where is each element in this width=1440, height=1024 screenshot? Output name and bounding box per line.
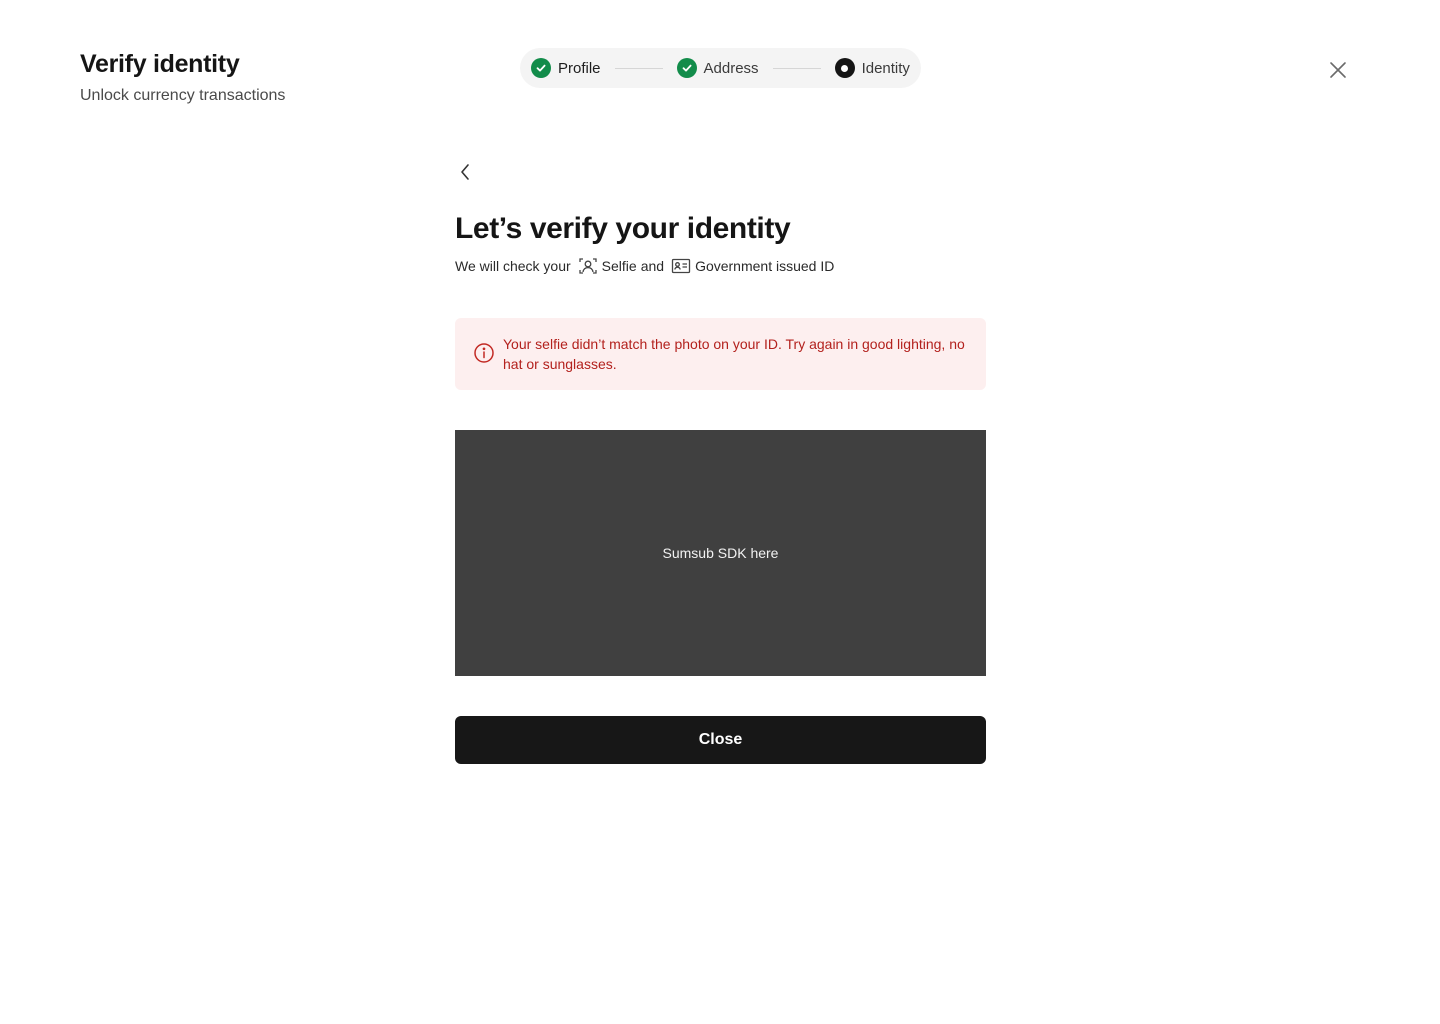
step-address: Address [676,58,759,78]
progress-stepper: Profile Address Identity [520,48,921,88]
check-prefix: We will check your [455,258,571,274]
check-icon [531,58,551,78]
selfie-label: Selfie [601,258,637,274]
step-profile: Profile [531,58,601,78]
current-step-icon [834,58,855,78]
close-button[interactable]: Close [455,716,986,764]
page-subtitle: Unlock currency transactions [80,87,286,104]
verify-identity-page: Verify identity Unlock currency transact… [0,0,1440,1024]
info-circle-icon [473,342,495,364]
error-alert: Your selfie didn’t match the photo on yo… [455,318,986,390]
main-heading: Let’s verify your identity [455,212,791,245]
step-connector [614,67,663,69]
sdk-container[interactable]: Sumsub SDK here [455,430,986,676]
close-icon[interactable] [1326,58,1350,82]
face-scan-icon [578,256,598,276]
error-message: Your selfie didn’t match the photo on yo… [503,336,965,372]
id-card-icon [671,256,691,276]
and-label: and [640,258,665,274]
step-identity: Identity [834,58,910,78]
page-title: Verify identity [80,50,240,78]
chevron-left-icon[interactable] [455,160,477,184]
check-icon [676,58,697,78]
step-connector [772,67,821,69]
step-label: Profile [558,59,601,77]
sdk-placeholder-text: Sumsub SDK here [662,545,779,561]
id-label: Government issued ID [695,258,835,274]
step-label: Identity [861,59,910,77]
verification-checks: We will check your Selfie and Government… [455,256,834,276]
step-label: Address [703,59,759,77]
